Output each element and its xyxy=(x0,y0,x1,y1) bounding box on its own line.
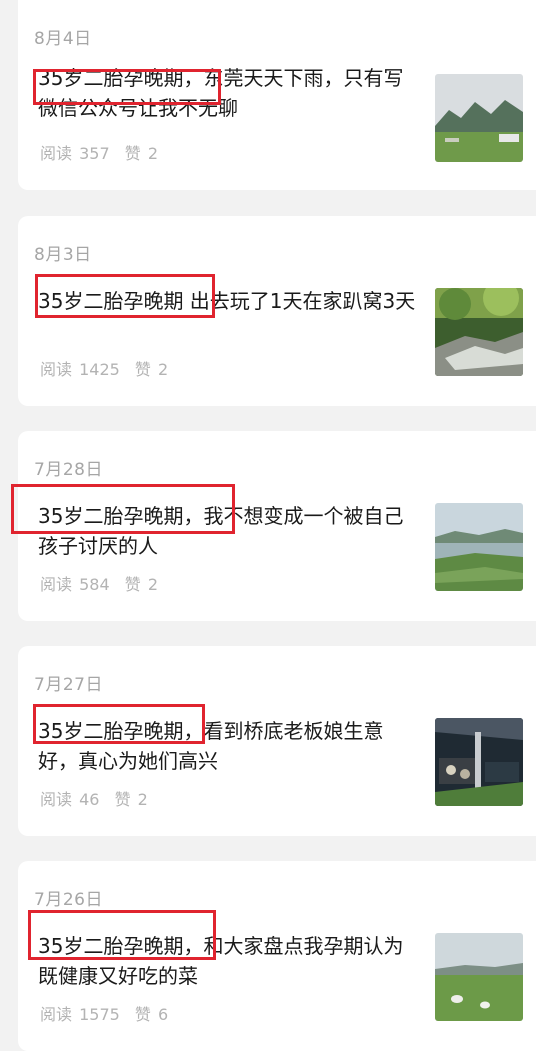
lake-landscape-photo[interactable] xyxy=(435,503,523,591)
mountain-meadow-photo[interactable] xyxy=(435,74,523,162)
like-count: 2 xyxy=(158,360,169,379)
read-count: 357 xyxy=(79,144,110,163)
like-count: 2 xyxy=(137,790,148,809)
article-date: 7月27日 xyxy=(34,675,103,695)
article-title[interactable]: 35岁二胎孕晚期，和大家盘点我孕期认为既健康又好吃的菜 xyxy=(38,931,418,991)
like-label: 赞 xyxy=(124,575,141,594)
like-label: 赞 xyxy=(134,1005,151,1024)
article-title-text: 35岁二胎孕晚期 出去玩了1天在家趴窝3天 xyxy=(38,289,416,313)
article-card[interactable]: 7月28日 35岁二胎孕晚期，我不想变成一个被自己孩子讨厌的人 阅读 584 赞… xyxy=(18,431,536,621)
grassland-sheep-photo[interactable] xyxy=(435,933,523,1021)
article-title[interactable]: 35岁二胎孕晚期，东莞天天下雨，只有写微信公众号让我不无聊 xyxy=(38,63,418,123)
like-label: 赞 xyxy=(134,360,151,379)
article-card[interactable]: 7月26日 35岁二胎孕晚期，和大家盘点我孕期认为既健康又好吃的菜 阅读 157… xyxy=(18,861,536,1051)
article-stats: 阅读 357 赞 2 xyxy=(40,140,158,164)
read-count: 1575 xyxy=(79,1005,120,1024)
like-count: 6 xyxy=(158,1005,169,1024)
article-date: 7月26日 xyxy=(34,890,103,910)
read-label: 阅读 xyxy=(40,1005,73,1024)
article-feed: 8月4日 35岁二胎孕晚期，东莞天天下雨，只有写微信公众号让我不无聊 阅读 35… xyxy=(0,0,536,1051)
article-date: 8月4日 xyxy=(34,29,92,49)
forest-stream-photo[interactable] xyxy=(435,288,523,376)
read-label: 阅读 xyxy=(40,360,73,379)
read-count: 46 xyxy=(79,790,100,809)
read-count: 584 xyxy=(79,575,110,594)
article-stats: 阅读 584 赞 2 xyxy=(40,571,158,595)
read-label: 阅读 xyxy=(40,790,73,809)
night-market-photo[interactable] xyxy=(435,718,523,806)
like-count: 2 xyxy=(147,144,159,163)
read-label: 阅读 xyxy=(40,575,73,594)
article-stats: 阅读 1575 赞 6 xyxy=(40,1001,168,1025)
read-count: 1425 xyxy=(79,360,120,379)
article-title[interactable]: 35岁二胎孕晚期，我不想变成一个被自己孩子讨厌的人 xyxy=(38,501,418,561)
article-stats: 阅读 1425 赞 2 xyxy=(40,356,168,380)
article-card[interactable]: 8月4日 35岁二胎孕晚期，东莞天天下雨，只有写微信公众号让我不无聊 阅读 35… xyxy=(18,0,536,190)
like-label: 赞 xyxy=(114,790,131,809)
article-title[interactable]: 35岁二胎孕晚期，看到桥底老板娘生意好，真心为她们高兴 xyxy=(38,716,418,776)
article-card[interactable]: 7月27日 35岁二胎孕晚期，看到桥底老板娘生意好，真心为她们高兴 阅读 46 … xyxy=(18,646,536,836)
like-label: 赞 xyxy=(124,144,141,163)
read-label: 阅读 xyxy=(40,144,73,163)
article-date: 7月28日 xyxy=(34,460,103,480)
like-count: 2 xyxy=(147,575,159,594)
article-stats: 阅读 46 赞 2 xyxy=(40,786,148,810)
article-title[interactable]: 35岁二胎孕晚期 出去玩了1天在家趴窝3天 xyxy=(38,286,418,316)
article-date: 8月3日 xyxy=(34,245,92,265)
article-card[interactable]: 8月3日 35岁二胎孕晚期 出去玩了1天在家趴窝3天 阅读 1425 赞 2 xyxy=(18,216,536,406)
